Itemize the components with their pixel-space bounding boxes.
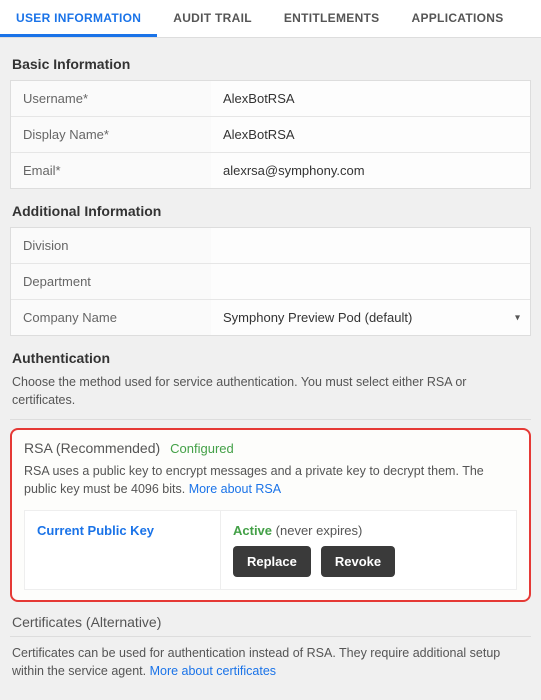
public-key-row: Current Public Key Active (never expires…: [24, 510, 517, 590]
revoke-button[interactable]: Revoke: [321, 546, 395, 577]
company-label: Company Name: [11, 300, 211, 335]
public-key-details: Active (never expires) Replace Revoke: [220, 511, 516, 589]
certificates-title: Certificates (Alternative): [12, 614, 529, 630]
auth-desc: Choose the method used for service authe…: [12, 374, 529, 409]
divider: [10, 419, 531, 420]
rsa-panel: RSA (Recommended) Configured RSA uses a …: [10, 428, 531, 602]
additional-info-title: Additional Information: [12, 203, 531, 219]
rsa-header: RSA (Recommended) Configured: [24, 440, 517, 456]
display-name-label: Display Name*: [11, 117, 211, 152]
more-about-rsa-link[interactable]: More about RSA: [189, 482, 281, 496]
company-select[interactable]: Symphony Preview Pod (default): [211, 300, 530, 335]
certificates-desc: Certificates can be used for authenticat…: [12, 645, 529, 680]
tab-entitlements[interactable]: ENTITLEMENTS: [268, 0, 396, 37]
basic-info-table: Username* AlexBotRSA Display Name* AlexB…: [10, 80, 531, 189]
rsa-desc: RSA uses a public key to encrypt message…: [24, 462, 517, 498]
more-about-certificates-link[interactable]: More about certificates: [150, 664, 276, 678]
tab-audit-trail[interactable]: AUDIT TRAIL: [157, 0, 268, 37]
username-field[interactable]: AlexBotRSA: [211, 81, 530, 116]
division-field[interactable]: [211, 228, 530, 263]
tabs: USER INFORMATION AUDIT TRAIL ENTITLEMENT…: [0, 0, 541, 38]
basic-info-title: Basic Information: [12, 56, 531, 72]
divider: [10, 636, 531, 637]
rsa-status: Configured: [170, 441, 234, 456]
display-name-field[interactable]: AlexBotRSA: [211, 117, 530, 152]
key-active-status: Active: [233, 523, 272, 538]
table-row: Username* AlexBotRSA: [11, 81, 530, 117]
division-label: Division: [11, 228, 211, 263]
table-row: Division: [11, 228, 530, 264]
auth-title: Authentication: [12, 350, 531, 366]
email-label: Email*: [11, 153, 211, 188]
current-public-key-link[interactable]: Current Public Key: [25, 511, 220, 589]
table-row: Department: [11, 264, 530, 300]
tab-applications[interactable]: APPLICATIONS: [395, 0, 519, 37]
department-label: Department: [11, 264, 211, 299]
key-expiry-note: (never expires): [276, 523, 363, 538]
tab-user-information[interactable]: USER INFORMATION: [0, 0, 157, 37]
table-row: Display Name* AlexBotRSA: [11, 117, 530, 153]
replace-button[interactable]: Replace: [233, 546, 311, 577]
table-row: Email* alexrsa@symphony.com: [11, 153, 530, 188]
rsa-title: RSA (Recommended): [24, 440, 160, 456]
department-field[interactable]: [211, 264, 530, 299]
table-row: Company Name Symphony Preview Pod (defau…: [11, 300, 530, 335]
additional-info-table: Division Department Company Name Symphon…: [10, 227, 531, 336]
key-actions: Replace Revoke: [233, 546, 504, 577]
content: Basic Information Username* AlexBotRSA D…: [0, 38, 541, 700]
email-field[interactable]: alexrsa@symphony.com: [211, 153, 530, 188]
username-label: Username*: [11, 81, 211, 116]
